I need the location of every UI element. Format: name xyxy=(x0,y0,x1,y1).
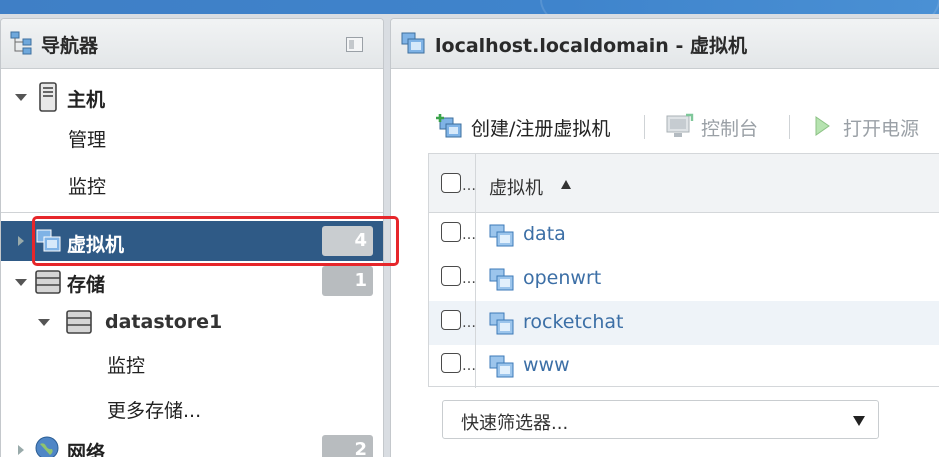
chevron-down-icon[interactable] xyxy=(15,94,27,101)
tree-item-label: 监控 xyxy=(107,355,146,377)
ellipsis: … xyxy=(462,227,476,243)
table-header: … 虚拟机 xyxy=(429,154,939,213)
toolbar-separator xyxy=(789,115,790,139)
ellipsis: … xyxy=(462,178,476,194)
vm-name-link[interactable]: data xyxy=(523,223,566,245)
top-banner xyxy=(0,0,939,14)
create-register-vm-label: 创建/注册虚拟机 xyxy=(471,118,611,140)
chevron-down-icon[interactable] xyxy=(38,319,50,326)
chevron-down-icon[interactable] xyxy=(15,279,27,286)
console-button[interactable]: 控制台 xyxy=(666,111,771,141)
main-panel: localhost.localdomain - 虚拟机 创建/注册虚拟机 控制台 xyxy=(390,18,939,457)
vm-icon xyxy=(489,355,514,378)
chevron-right-icon[interactable] xyxy=(18,236,24,246)
storage-icon xyxy=(35,270,61,294)
toolbar: 创建/注册虚拟机 控制台 打开电源 xyxy=(391,111,939,143)
host-icon xyxy=(39,82,57,112)
ellipsis: … xyxy=(462,315,476,331)
vm-name-link[interactable]: rocketchat xyxy=(523,311,624,333)
vm-icon xyxy=(489,312,514,335)
collapse-panel-icon[interactable] xyxy=(346,37,363,52)
tree-item-more-storage[interactable]: 更多存储... xyxy=(1,388,383,428)
table-row[interactable]: … openwrt xyxy=(429,257,939,301)
tree-item-host-manage[interactable]: 管理 xyxy=(1,116,383,156)
tree-item-label: 主机 xyxy=(67,89,106,111)
create-register-vm-button[interactable]: 创建/注册虚拟机 xyxy=(435,111,625,141)
tree-item-label: 监控 xyxy=(68,176,107,198)
table-row[interactable]: … www xyxy=(429,344,939,388)
datastore-icon xyxy=(66,310,92,334)
tree-item-label: 管理 xyxy=(68,129,107,151)
tree-item-label: 更多存储... xyxy=(107,400,202,422)
tree-item-storage[interactable]: 存储 1 xyxy=(1,263,383,303)
power-on-button[interactable]: 打开电源 xyxy=(813,111,939,141)
tree-item-label: 网络 xyxy=(67,442,106,457)
globe-icon xyxy=(35,436,59,457)
tree-item-host-monitor[interactable]: 监控 xyxy=(1,163,383,203)
column-header-vm[interactable]: 虚拟机 xyxy=(489,174,543,200)
row-checkbox[interactable] xyxy=(441,222,461,242)
toolbar-separator xyxy=(644,115,645,139)
main-header: localhost.localdomain - 虚拟机 xyxy=(391,19,939,69)
page-title: localhost.localdomain - 虚拟机 xyxy=(435,35,747,57)
console-label: 控制台 xyxy=(701,118,759,140)
power-on-label: 打开电源 xyxy=(843,118,920,140)
table-row[interactable]: … rocketchat xyxy=(429,301,939,345)
ellipsis: … xyxy=(462,271,476,287)
console-icon xyxy=(666,113,694,137)
row-checkbox[interactable] xyxy=(441,310,461,330)
row-checkbox[interactable] xyxy=(441,266,461,286)
table-row[interactable]: … data xyxy=(429,213,939,257)
tree-item-datastore-monitor[interactable]: 监控 xyxy=(1,343,383,383)
vm-name-link[interactable]: www xyxy=(523,354,570,376)
tree-item-network[interactable]: 网络 2 xyxy=(1,429,383,457)
vm-name-link[interactable]: openwrt xyxy=(523,267,601,289)
tree-item-datastore1[interactable]: datastore1 xyxy=(1,304,383,344)
navigator-icon xyxy=(10,31,32,55)
row-checkbox[interactable] xyxy=(441,353,461,373)
tree-item-host[interactable]: 主机 xyxy=(1,77,383,117)
navigator-title: 导航器 xyxy=(41,35,99,57)
vm-icon xyxy=(489,224,514,247)
tree-item-label: datastore1 xyxy=(105,311,223,333)
divider xyxy=(1,212,383,213)
dropdown-arrow-icon[interactable] xyxy=(853,416,865,426)
count-badge: 1 xyxy=(322,266,373,296)
quick-filter-select[interactable]: 快速筛选器... xyxy=(442,400,879,439)
select-all-checkbox[interactable] xyxy=(441,173,461,193)
annotation-highlight xyxy=(32,216,399,266)
sort-ascending-icon[interactable] xyxy=(561,180,571,189)
vm-icon xyxy=(489,268,514,291)
ellipsis: … xyxy=(462,358,476,374)
count-badge: 2 xyxy=(322,435,373,457)
play-icon xyxy=(815,116,830,136)
chevron-right-icon[interactable] xyxy=(18,445,24,455)
create-vm-icon xyxy=(436,114,462,138)
navigator-header: 导航器 xyxy=(1,19,383,69)
vm-icon xyxy=(401,32,425,54)
tree-item-label: 存储 xyxy=(67,274,106,296)
quick-filter-label: 快速筛选器... xyxy=(461,413,569,434)
vm-table: … 虚拟机 … data … openwrt … rocketchat … ww… xyxy=(428,153,939,388)
